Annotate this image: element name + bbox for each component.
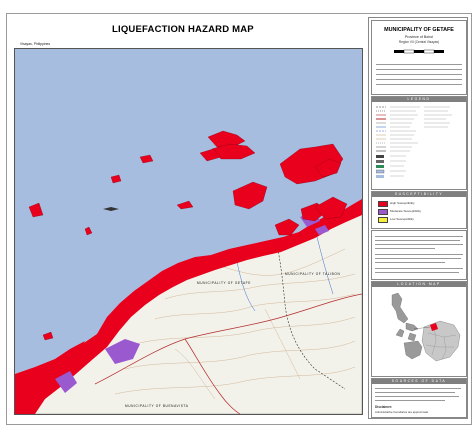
moderate-label: Moderate Susceptibility — [390, 209, 422, 213]
low-label: Low Susceptibility — [390, 217, 414, 221]
location-header: LOCATION MAP — [372, 282, 466, 287]
note-line-6 — [375, 258, 461, 259]
note-line-2 — [375, 240, 460, 241]
title-rule-4 — [376, 79, 462, 80]
title-block: MUNICIPALITY OF GETAFE Province of Bohol… — [371, 20, 467, 95]
note-line-1 — [375, 236, 463, 237]
legend-box: LEGEND — [371, 96, 467, 190]
disclaimer-head: Disclaimer: — [375, 405, 393, 409]
low-swatch — [378, 217, 388, 223]
scale-bar — [394, 49, 444, 54]
map-svg — [15, 49, 362, 414]
location-box: LOCATION MAP — [371, 281, 467, 377]
high-label: High Susceptibility — [390, 201, 415, 205]
disclaimer-text: Administrative boundaries are approximat… — [375, 410, 429, 414]
label-buenavista: MUNICIPALITY OF BUENAVISTA — [125, 404, 189, 408]
map-title: LIQUEFACTION HAZARD MAP — [112, 24, 254, 35]
map-canvas[interactable]: MUNICIPALITY OF GETAFE MUNICIPALITY OF T… — [14, 48, 363, 415]
note-line-7 — [375, 262, 445, 263]
high-swatch — [378, 201, 388, 207]
title-rule-2 — [376, 69, 462, 70]
note-line-9 — [375, 272, 459, 273]
legend-header: LEGEND — [372, 97, 466, 102]
title-rule-5 — [376, 84, 462, 85]
note-line-3 — [375, 244, 463, 245]
notes-box — [371, 230, 467, 280]
source-line-4 — [375, 400, 445, 401]
source-line-1 — [375, 388, 461, 389]
region-title: Region VII (Central Visayas) — [398, 40, 440, 44]
moderate-swatch — [378, 209, 388, 215]
source-line-3 — [375, 396, 459, 397]
note-line-8 — [375, 268, 463, 269]
legend-symbols — [376, 106, 452, 178]
municipality-title: MUNICIPALITY OF GETAFE — [384, 27, 454, 33]
title-rule-3 — [376, 74, 462, 75]
note-line-5 — [375, 254, 463, 255]
susceptibility-header: SUSCEPTIBILITY — [372, 192, 466, 197]
note-line-4 — [375, 248, 435, 249]
susceptibility-box: SUSCEPTIBILITY High Susceptibility Moder… — [371, 191, 467, 229]
side-panel: MUNICIPALITY OF GETAFE Province of Bohol… — [368, 17, 468, 419]
location-map — [374, 289, 464, 375]
region-caption: Visayas, Philippines — [20, 42, 51, 46]
label-talibon: MUNICIPALITY OF TALIBON — [285, 272, 341, 276]
label-getafe: MUNICIPALITY OF GETAFE — [197, 281, 251, 285]
province-title: Province of Bohol — [404, 35, 434, 39]
sources-box: SOURCES OF DATA Disclaimer: Administrati… — [371, 378, 467, 418]
sources-header: SOURCES OF DATA — [372, 379, 466, 384]
source-line-2 — [375, 392, 455, 393]
title-rule-1 — [376, 64, 462, 65]
